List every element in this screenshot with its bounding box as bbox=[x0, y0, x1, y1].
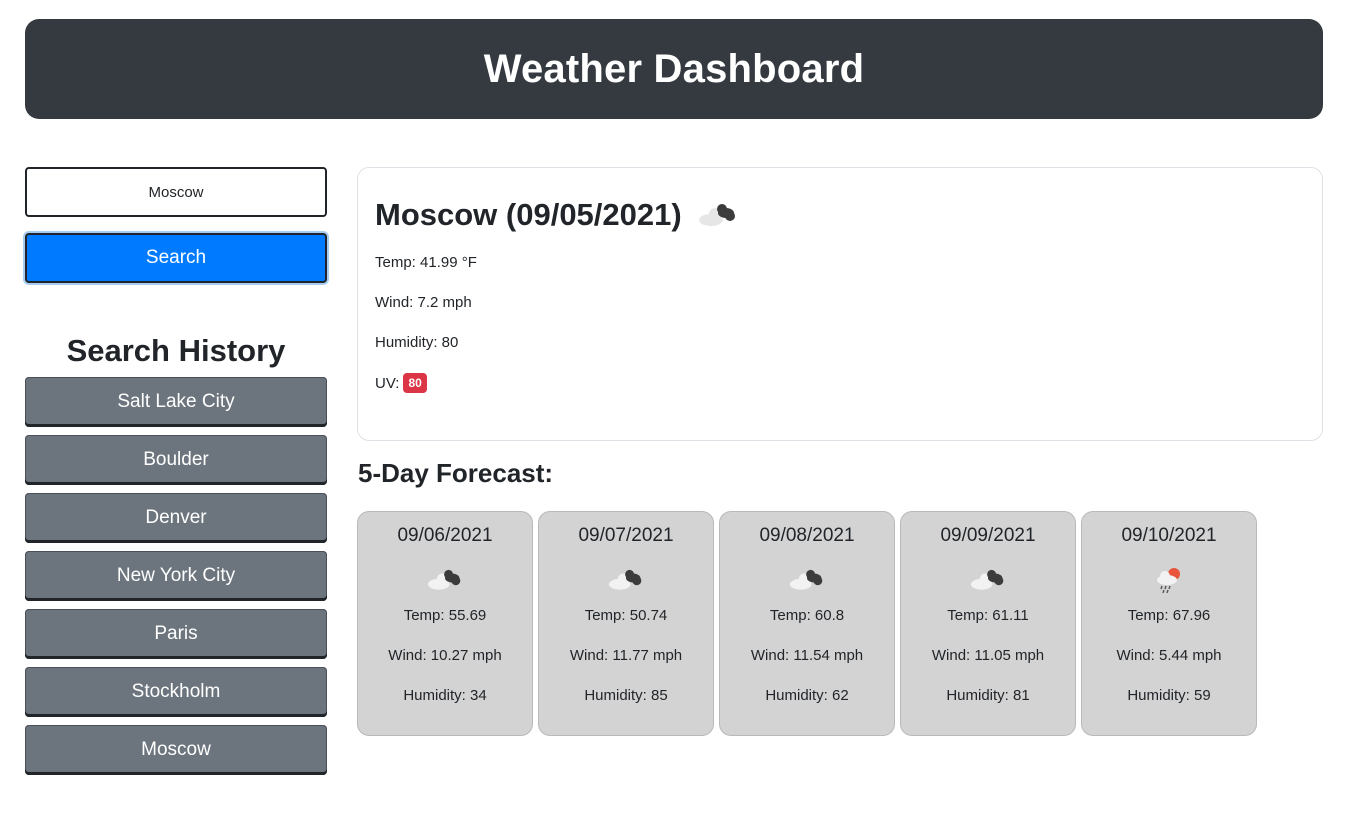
current-city-date: Moscow (09/05/2021) bbox=[375, 197, 682, 232]
uv-label: UV: bbox=[375, 375, 400, 392]
current-uv: UV: 80 bbox=[375, 373, 427, 393]
cloudy-icon bbox=[358, 565, 532, 591]
forecast-card: 09/10/2021 Temp: 67.96 Wind: 5.44 mph Hu… bbox=[1081, 511, 1257, 736]
forecast-wind: Wind: 11.77 mph bbox=[569, 647, 683, 664]
city-search-input[interactable] bbox=[25, 167, 327, 217]
forecast-date: 09/10/2021 bbox=[1121, 525, 1217, 546]
forecast-card: 09/08/2021 Temp: 60.8 Wind: 11.54 mph Hu… bbox=[719, 511, 895, 736]
forecast-temp: Temp: 61.11 bbox=[947, 607, 1029, 624]
forecast-date: 09/06/2021 bbox=[397, 525, 493, 546]
search-history-title: Search History bbox=[66, 333, 286, 368]
rain-sun-icon bbox=[1082, 565, 1256, 593]
forecast-title: 5-Day Forecast: bbox=[358, 458, 554, 488]
sidebar: Search Search History Salt Lake City Bou… bbox=[25, 167, 327, 783]
forecast-wind: Wind: 5.44 mph bbox=[1116, 647, 1222, 664]
forecast-humidity: Humidity: 81 bbox=[946, 687, 1030, 704]
cloudy-icon bbox=[901, 565, 1075, 591]
forecast-humidity: Humidity: 59 bbox=[1127, 687, 1211, 704]
cloudy-icon bbox=[698, 199, 738, 232]
forecast-humidity: Humidity: 85 bbox=[584, 687, 668, 704]
search-button[interactable]: Search bbox=[25, 233, 327, 283]
forecast-wind: Wind: 11.05 mph bbox=[931, 647, 1045, 664]
forecast-wind: Wind: 11.54 mph bbox=[750, 647, 864, 664]
current-wind: Wind: 7.2 mph bbox=[375, 294, 472, 311]
history-item-salt-lake-city[interactable]: Salt Lake City bbox=[25, 377, 327, 427]
forecast-card: 09/06/2021 Temp: 55.69 Wind: 10.27 mph H… bbox=[357, 511, 533, 736]
page-title: Weather Dashboard bbox=[483, 46, 865, 91]
forecast-temp: Temp: 55.69 bbox=[403, 607, 487, 624]
history-item-moscow[interactable]: Moscow bbox=[25, 725, 327, 775]
history-item-paris[interactable]: Paris bbox=[25, 609, 327, 659]
forecast-wind: Wind: 10.27 mph bbox=[388, 647, 502, 664]
current-humidity: Humidity: 80 bbox=[375, 334, 459, 351]
search-history-list: Salt Lake City Boulder Denver New York C… bbox=[25, 377, 327, 775]
current-temp: Temp: 41.99 °F bbox=[375, 254, 477, 271]
cloudy-icon bbox=[720, 565, 894, 591]
forecast-date: 09/08/2021 bbox=[759, 525, 855, 546]
forecast-temp: Temp: 50.74 bbox=[584, 607, 668, 624]
forecast-temp: Temp: 60.8 bbox=[769, 607, 845, 624]
uv-index-badge: 80 bbox=[403, 373, 427, 393]
current-weather-card: Moscow (09/05/2021) Temp: 41.99 °F Wind:… bbox=[357, 167, 1323, 441]
forecast-cards: 09/06/2021 Temp: 55.69 Wind: 10.27 mph H… bbox=[357, 511, 1257, 736]
forecast-humidity: Humidity: 62 bbox=[765, 687, 849, 704]
forecast-date: 09/09/2021 bbox=[940, 525, 1036, 546]
cloudy-icon bbox=[539, 565, 713, 591]
history-item-boulder[interactable]: Boulder bbox=[25, 435, 327, 485]
history-item-denver[interactable]: Denver bbox=[25, 493, 327, 543]
forecast-temp: Temp: 67.96 bbox=[1127, 607, 1211, 624]
forecast-date: 09/07/2021 bbox=[578, 525, 674, 546]
forecast-humidity: Humidity: 34 bbox=[403, 687, 487, 704]
forecast-card: 09/09/2021 Temp: 61.11 Wind: 11.05 mph H… bbox=[900, 511, 1076, 736]
history-item-stockholm[interactable]: Stockholm bbox=[25, 667, 327, 717]
forecast-card: 09/07/2021 Temp: 50.74 Wind: 11.77 mph H… bbox=[538, 511, 714, 736]
page-header: Weather Dashboard bbox=[25, 19, 1323, 119]
history-item-new-york-city[interactable]: New York City bbox=[25, 551, 327, 601]
